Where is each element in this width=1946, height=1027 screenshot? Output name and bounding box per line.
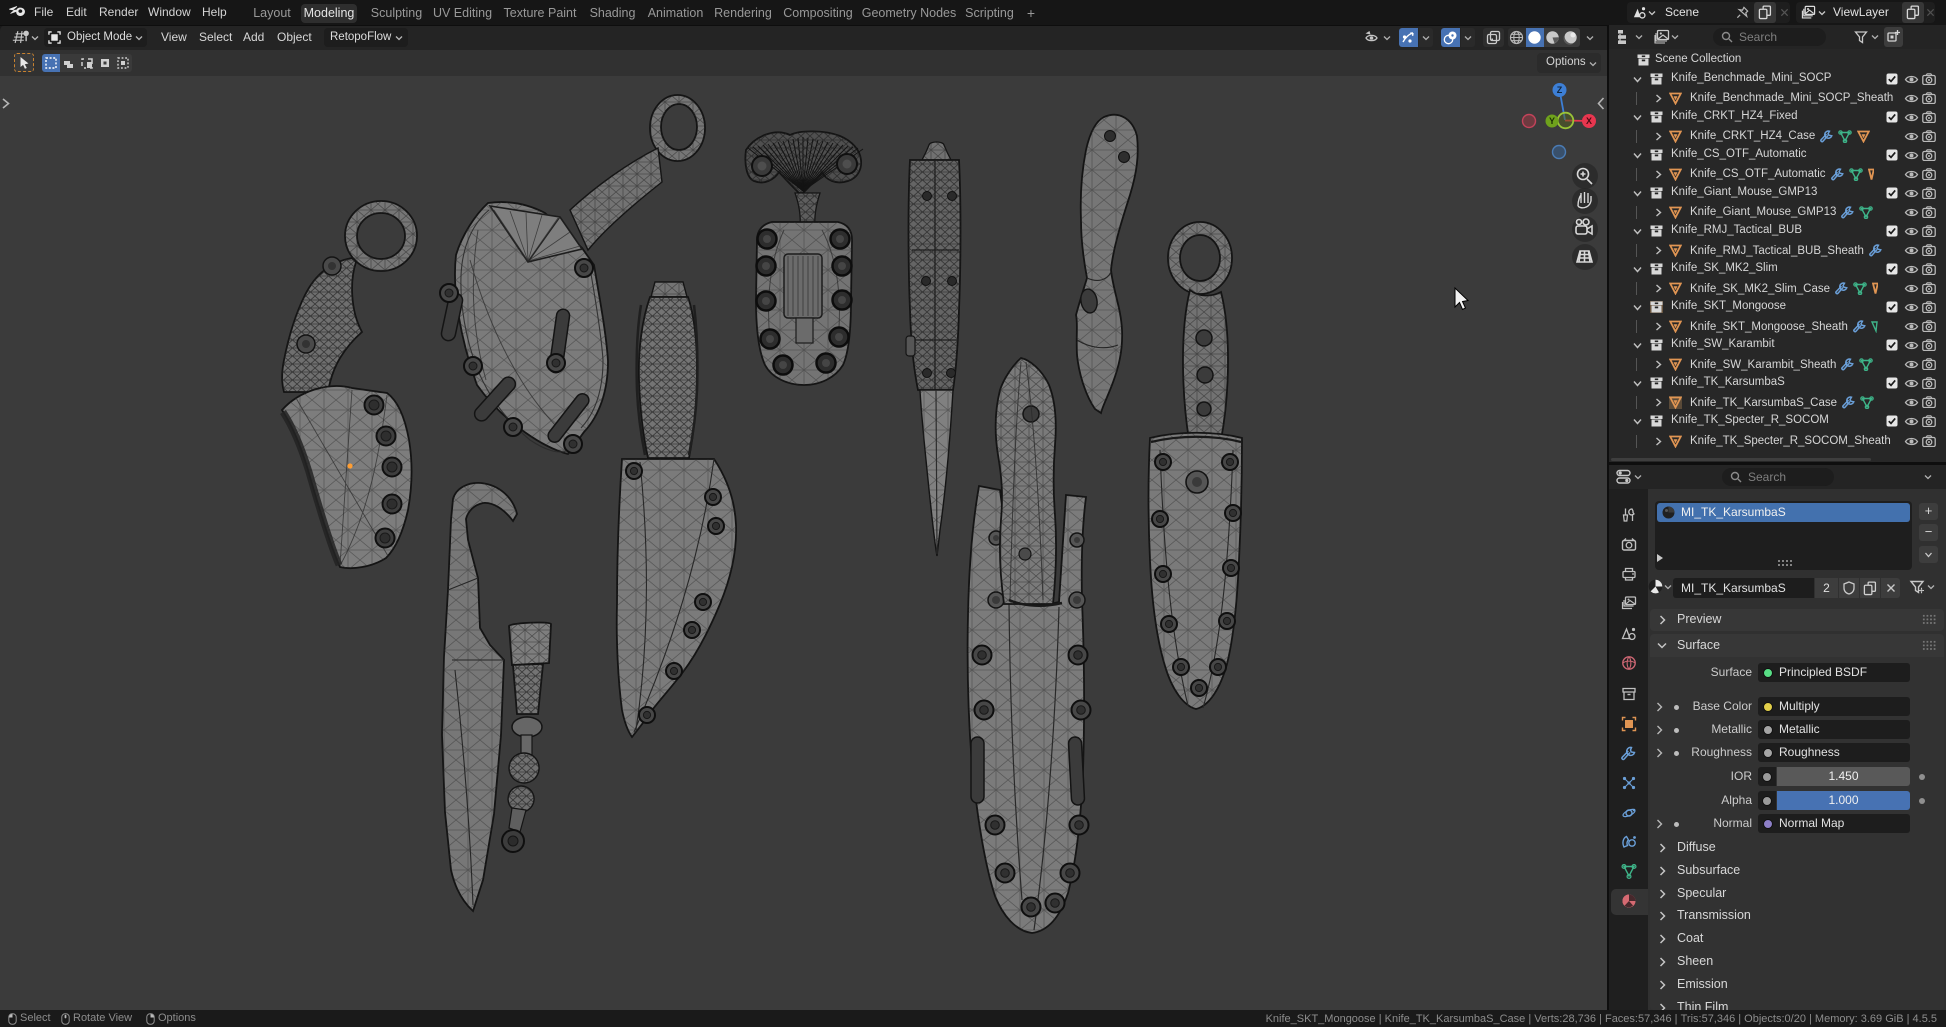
svg-text:X: X: [1586, 116, 1592, 126]
svg-text:Z: Z: [1557, 85, 1563, 95]
svg-text:Y: Y: [1549, 116, 1555, 126]
